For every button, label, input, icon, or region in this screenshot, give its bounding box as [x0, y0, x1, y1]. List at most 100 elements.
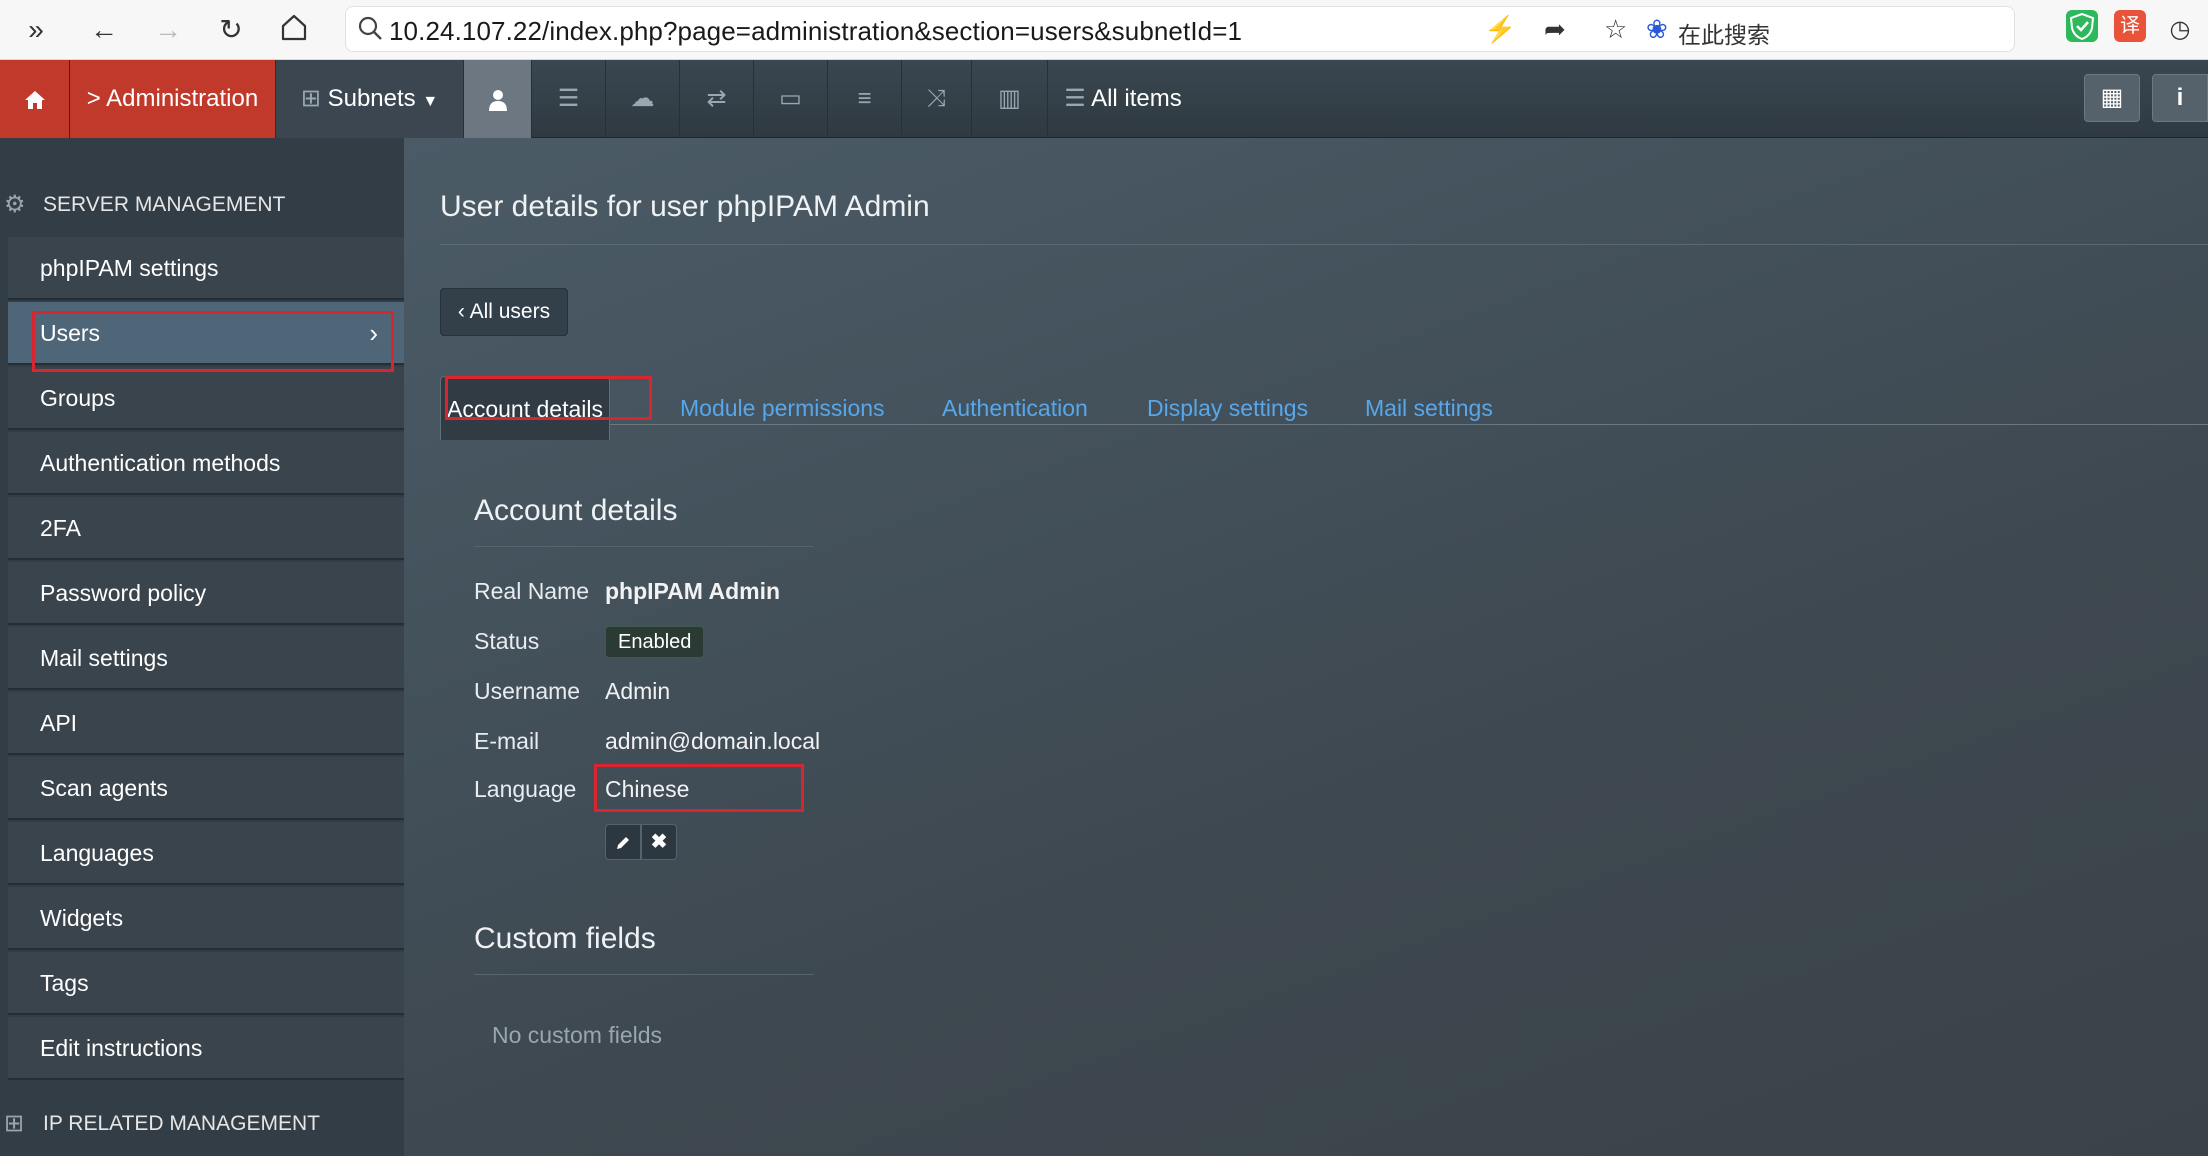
- sidebar-item-authentication-methods[interactable]: Authentication methods: [8, 432, 404, 495]
- app-topnav: > Administration ⊞ Subnets ▼ ☰ ☁ ⇄ ▭ ≡ ⤨…: [0, 60, 2208, 138]
- sidebar-item-label: Scan agents: [40, 775, 168, 801]
- nav-exchange[interactable]: ⇄: [680, 60, 754, 138]
- close-icon: ✖: [650, 831, 668, 853]
- sidebar-item-2fa[interactable]: 2FA: [8, 497, 404, 560]
- sidebar-item-label: Tags: [40, 970, 89, 996]
- all-users-button[interactable]: ‹ All users: [440, 288, 568, 336]
- info-icon: i: [2176, 84, 2184, 111]
- nav-cloud[interactable]: ☁: [606, 60, 680, 138]
- sidebar-item-api[interactable]: API: [8, 692, 404, 755]
- home-icon: [24, 90, 45, 109]
- username-label: Username: [474, 678, 581, 704]
- cloud-icon: ☁: [630, 85, 655, 112]
- edit-user-button[interactable]: [605, 824, 641, 860]
- main-content: User details for user phpIPAM Admin ‹ Al…: [404, 138, 2208, 1156]
- history-icon[interactable]: ◷: [2162, 12, 2198, 48]
- home-icon[interactable]: [276, 12, 312, 48]
- tab-display-settings[interactable]: Display settings: [1147, 376, 1308, 440]
- pencil-icon: [617, 836, 629, 849]
- sidebar-item-label: phpIPAM settings: [40, 255, 219, 281]
- delete-user-button[interactable]: ✖: [641, 824, 677, 860]
- all-users-label: All users: [469, 300, 551, 323]
- nav-map[interactable]: ▥: [972, 60, 1048, 138]
- admin-sidebar: ⚙ SERVER MANAGEMENT phpIPAM settings Use…: [0, 138, 404, 1156]
- tab-authentication[interactable]: Authentication: [942, 376, 1088, 440]
- status-badge: Enabled: [605, 626, 705, 658]
- sidebar-item-password-policy[interactable]: Password policy: [8, 562, 404, 625]
- sidebar-item-label: Widgets: [40, 905, 124, 931]
- sidebar-item-label: Languages: [40, 840, 154, 866]
- sidebar-item-tags[interactable]: Tags: [8, 952, 404, 1015]
- language-label: Language: [474, 776, 577, 802]
- list-icon: ☰: [1064, 85, 1086, 112]
- account-details-title: Account details: [474, 494, 678, 527]
- share-icon[interactable]: ➦: [1544, 14, 1566, 44]
- tabs-divider: [610, 424, 2208, 425]
- real-name-value: phpIPAM Admin: [605, 578, 781, 604]
- address-bar[interactable]: 10.24.107.22/index.php?page=administrati…: [345, 6, 2015, 52]
- exchange-icon: ⇄: [706, 85, 727, 112]
- title-divider: [440, 244, 2208, 245]
- nav-server[interactable]: ☰: [532, 60, 606, 138]
- random-icon: ⤨: [926, 85, 947, 112]
- tab-mail-settings[interactable]: Mail settings: [1365, 376, 1493, 440]
- nav-list[interactable]: ≡: [828, 60, 902, 138]
- nav-random[interactable]: ⤨: [902, 60, 972, 138]
- nav-subnets-label: Subnets: [327, 85, 416, 112]
- sidebar-item-label: Edit instructions: [40, 1035, 203, 1061]
- dashboard-button[interactable]: ▦: [2084, 74, 2140, 122]
- map-icon: ▥: [998, 85, 1021, 112]
- highlight-language: [594, 764, 804, 812]
- sidebar-header-server: ⚙ SERVER MANAGEMENT: [0, 174, 404, 236]
- sidebar-item-groups[interactable]: Groups: [8, 367, 404, 430]
- search-engine-label[interactable]: 在此搜索: [1678, 16, 1770, 50]
- no-custom-fields-text: No custom fields: [492, 1022, 663, 1048]
- star-icon[interactable]: ☆: [1604, 14, 1627, 44]
- sidebar-item-mail-settings[interactable]: Mail settings: [8, 627, 404, 690]
- gears-icon: ⚙: [4, 191, 26, 218]
- nav-all-items[interactable]: ☰ All items: [1048, 60, 1198, 138]
- account-details-divider: [474, 546, 814, 547]
- sidebar-item-edit-instructions[interactable]: Edit instructions: [8, 1017, 404, 1080]
- sitemap-icon: ⊞: [300, 85, 321, 112]
- nav-administration[interactable]: > Administration: [70, 60, 276, 138]
- custom-fields-title: Custom fields: [474, 922, 656, 955]
- reload-icon[interactable]: ↻: [213, 12, 249, 48]
- sidebar-toggle-icon[interactable]: »: [18, 12, 54, 48]
- chevron-left-icon: ‹: [457, 300, 465, 323]
- sidebar-item-label: API: [40, 710, 78, 736]
- browser-toolbar: » ← → ↻ 10.24.107.22/index.php?page=admi…: [0, 0, 2208, 60]
- sidebar-header-server-label: SERVER MANAGEMENT: [43, 193, 286, 216]
- server-icon: ☰: [557, 85, 580, 112]
- sidebar-item-phpipam-settings[interactable]: phpIPAM settings: [8, 237, 404, 300]
- nav-subnets[interactable]: ⊞ Subnets ▼: [276, 60, 464, 138]
- grid-icon: ▦: [2100, 84, 2124, 111]
- lightning-icon[interactable]: ⚡: [1484, 14, 1516, 44]
- search-icon: [358, 16, 382, 40]
- desktop-icon: ▭: [779, 85, 802, 112]
- highlight-users: [32, 311, 394, 372]
- back-icon[interactable]: ←: [86, 12, 122, 48]
- shield-extension-icon[interactable]: [2066, 10, 2098, 42]
- translate-extension-icon[interactable]: 译: [2114, 10, 2146, 42]
- email-value: admin@domain.local: [605, 728, 821, 754]
- sidebar-header-ip-label: IP RELATED MANAGEMENT: [43, 1112, 320, 1135]
- nav-user[interactable]: [464, 60, 532, 138]
- status-label: Status: [474, 628, 540, 654]
- sidebar-item-scan-agents[interactable]: Scan agents: [8, 757, 404, 820]
- paw-icon[interactable]: ❀: [1646, 14, 1668, 44]
- nav-home[interactable]: [0, 60, 70, 138]
- sidebar-item-widgets[interactable]: Widgets: [8, 887, 404, 950]
- url-text[interactable]: 10.24.107.22/index.php?page=administrati…: [389, 16, 1242, 47]
- info-button[interactable]: i: [2152, 74, 2208, 122]
- sitemap-icon: ⊞: [4, 1110, 25, 1137]
- nav-desktop[interactable]: ▭: [754, 60, 828, 138]
- tab-module-permissions[interactable]: Module permissions: [680, 376, 885, 440]
- caret-down-icon: ▼: [422, 93, 439, 110]
- list-icon: ≡: [857, 85, 872, 112]
- sidebar-item-label: Password policy: [40, 580, 207, 606]
- sidebar-item-languages[interactable]: Languages: [8, 822, 404, 885]
- custom-fields-divider: [474, 974, 814, 975]
- sidebar-item-label: Authentication methods: [40, 450, 281, 476]
- forward-icon[interactable]: →: [150, 12, 186, 48]
